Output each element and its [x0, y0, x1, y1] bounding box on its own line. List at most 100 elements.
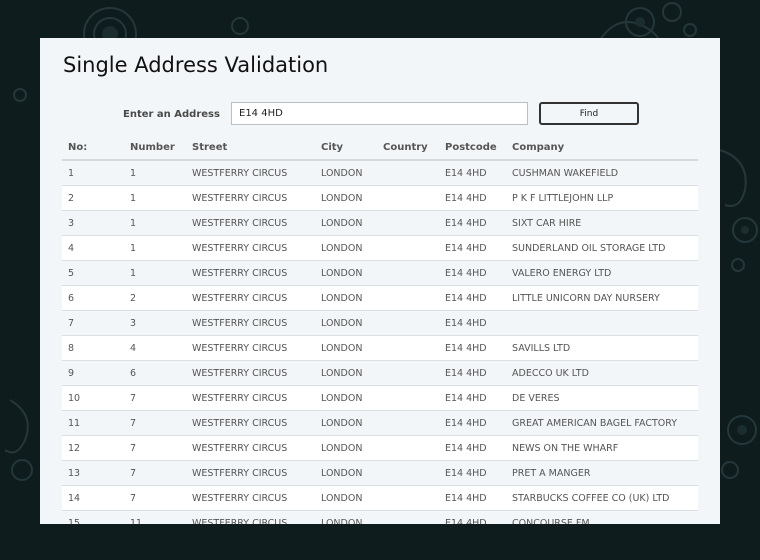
cell-number: 1: [124, 210, 186, 236]
cell-postcode: E14 4HD: [439, 435, 506, 461]
table-row[interactable]: 11 7 WESTFERRY CIRCUS LONDON E14 4HD GREAT AM…: [62, 410, 698, 436]
cell-number: 1: [124, 185, 186, 211]
cell-number: 3: [124, 310, 186, 336]
cell-country: [377, 185, 439, 211]
cell-number: 6: [124, 360, 186, 386]
cell-number: 7: [124, 410, 186, 436]
cell-company: SUNDERLAND OIL STORAGE LTD: [506, 235, 698, 261]
cell-street: WESTFERRY CIRCUS: [186, 510, 315, 524]
cell-number: 7: [124, 385, 186, 411]
cell-country: [377, 235, 439, 261]
cell-company: P K F LITTLEJOHN LLP: [506, 185, 698, 211]
cell-no: 8: [62, 335, 124, 361]
column-header-city[interactable]: City: [315, 135, 377, 161]
cell-number: 1: [124, 260, 186, 286]
cell-street: WESTFERRY CIRCUS: [186, 410, 315, 436]
cell-company: [506, 310, 698, 336]
table-row[interactable]: 2 1 WESTFERRY CIRCUS LONDON E14 4HD P K F LIT…: [62, 185, 698, 211]
cell-city: LONDON: [315, 410, 377, 436]
cell-street: WESTFERRY CIRCUS: [186, 160, 315, 186]
column-header-postcode[interactable]: Postcode: [439, 135, 506, 161]
table-row[interactable]: 8 4 WESTFERRY CIRCUS LONDON E14 4HD SAVILLS L…: [62, 335, 698, 361]
cell-country: [377, 260, 439, 286]
cell-postcode: E14 4HD: [439, 160, 506, 186]
cell-street: WESTFERRY CIRCUS: [186, 185, 315, 211]
cell-company: GREAT AMERICAN BAGEL FACTORY: [506, 410, 698, 436]
cell-company: ADECCO UK LTD: [506, 360, 698, 386]
cell-street: WESTFERRY CIRCUS: [186, 460, 315, 486]
address-label: Enter an Address: [123, 109, 220, 120]
cell-number: 7: [124, 460, 186, 486]
table-row[interactable]: 4 1 WESTFERRY CIRCUS LONDON E14 4HD SUNDERLAN…: [62, 235, 698, 261]
table-row[interactable]: 15 11 WESTFERRY CIRCUS LONDON E14 4HD CONCOUR…: [62, 510, 698, 524]
cell-country: [377, 335, 439, 361]
cell-no: 13: [62, 460, 124, 486]
cell-country: [377, 485, 439, 511]
cell-city: LONDON: [315, 185, 377, 211]
table-row[interactable]: 12 7 WESTFERRY CIRCUS LONDON E14 4HD NEWS ON …: [62, 435, 698, 461]
cell-no: 15: [62, 510, 124, 524]
table-row[interactable]: 5 1 WESTFERRY CIRCUS LONDON E14 4HD VALERO EN…: [62, 260, 698, 286]
cell-company: NEWS ON THE WHARF: [506, 435, 698, 461]
cell-street: WESTFERRY CIRCUS: [186, 360, 315, 386]
cell-company: PRET A MANGER: [506, 460, 698, 486]
cell-company: DE VERES: [506, 385, 698, 411]
cell-company: CONCOURSE FM: [506, 510, 698, 524]
cell-no: 3: [62, 210, 124, 236]
column-header-company[interactable]: Company: [506, 135, 698, 161]
cell-no: 5: [62, 260, 124, 286]
cell-number: 11: [124, 510, 186, 524]
cell-country: [377, 410, 439, 436]
address-input[interactable]: [231, 102, 528, 125]
page-title: Single Address Validation: [63, 53, 329, 77]
table-row[interactable]: 7 3 WESTFERRY CIRCUS LONDON E14 4HD: [62, 310, 698, 336]
cell-country: [377, 360, 439, 386]
cell-no: 12: [62, 435, 124, 461]
find-button[interactable]: Find: [539, 102, 639, 125]
cell-country: [377, 435, 439, 461]
cell-postcode: E14 4HD: [439, 335, 506, 361]
table-row[interactable]: 9 6 WESTFERRY CIRCUS LONDON E14 4HD ADECCO UK…: [62, 360, 698, 386]
cell-street: WESTFERRY CIRCUS: [186, 235, 315, 261]
table-row[interactable]: 1 1 WESTFERRY CIRCUS LONDON E14 4HD CUSHMAN W…: [62, 160, 698, 186]
table-row[interactable]: 3 1 WESTFERRY CIRCUS LONDON E14 4HD SIXT CAR …: [62, 210, 698, 236]
cell-country: [377, 285, 439, 311]
results-table: No: Number Street City Country Postcode …: [62, 135, 698, 524]
column-header-no[interactable]: No:: [62, 135, 124, 161]
cell-postcode: E14 4HD: [439, 460, 506, 486]
cell-postcode: E14 4HD: [439, 285, 506, 311]
cell-city: LONDON: [315, 385, 377, 411]
cell-number: 1: [124, 235, 186, 261]
address-validation-panel: Single Address Validation Enter an Addre…: [40, 38, 720, 524]
column-header-country[interactable]: Country: [377, 135, 439, 161]
cell-company: SAVILLS LTD: [506, 335, 698, 361]
cell-street: WESTFERRY CIRCUS: [186, 485, 315, 511]
cell-country: [377, 460, 439, 486]
cell-no: 1: [62, 160, 124, 186]
cell-number: 2: [124, 285, 186, 311]
column-header-street[interactable]: Street: [186, 135, 315, 161]
cell-no: 7: [62, 310, 124, 336]
cell-postcode: E14 4HD: [439, 510, 506, 524]
table-row[interactable]: 14 7 WESTFERRY CIRCUS LONDON E14 4HD STARBUCK…: [62, 485, 698, 511]
cell-city: LONDON: [315, 235, 377, 261]
cell-city: LONDON: [315, 285, 377, 311]
column-header-number[interactable]: Number: [124, 135, 186, 161]
cell-number: 4: [124, 335, 186, 361]
cell-postcode: E14 4HD: [439, 210, 506, 236]
cell-postcode: E14 4HD: [439, 260, 506, 286]
table-row[interactable]: 6 2 WESTFERRY CIRCUS LONDON E14 4HD LITTLE UN…: [62, 285, 698, 311]
table-row[interactable]: 13 7 WESTFERRY CIRCUS LONDON E14 4HD PRET A M…: [62, 460, 698, 486]
cell-country: [377, 310, 439, 336]
cell-country: [377, 385, 439, 411]
cell-country: [377, 210, 439, 236]
cell-company: CUSHMAN WAKEFIELD: [506, 160, 698, 186]
cell-country: [377, 160, 439, 186]
table-row[interactable]: 10 7 WESTFERRY CIRCUS LONDON E14 4HD DE VERES: [62, 385, 698, 411]
cell-postcode: E14 4HD: [439, 235, 506, 261]
cell-company: STARBUCKS COFFEE CO (UK) LTD: [506, 485, 698, 511]
cell-street: WESTFERRY CIRCUS: [186, 435, 315, 461]
cell-street: WESTFERRY CIRCUS: [186, 310, 315, 336]
cell-no: 9: [62, 360, 124, 386]
cell-city: LONDON: [315, 210, 377, 236]
